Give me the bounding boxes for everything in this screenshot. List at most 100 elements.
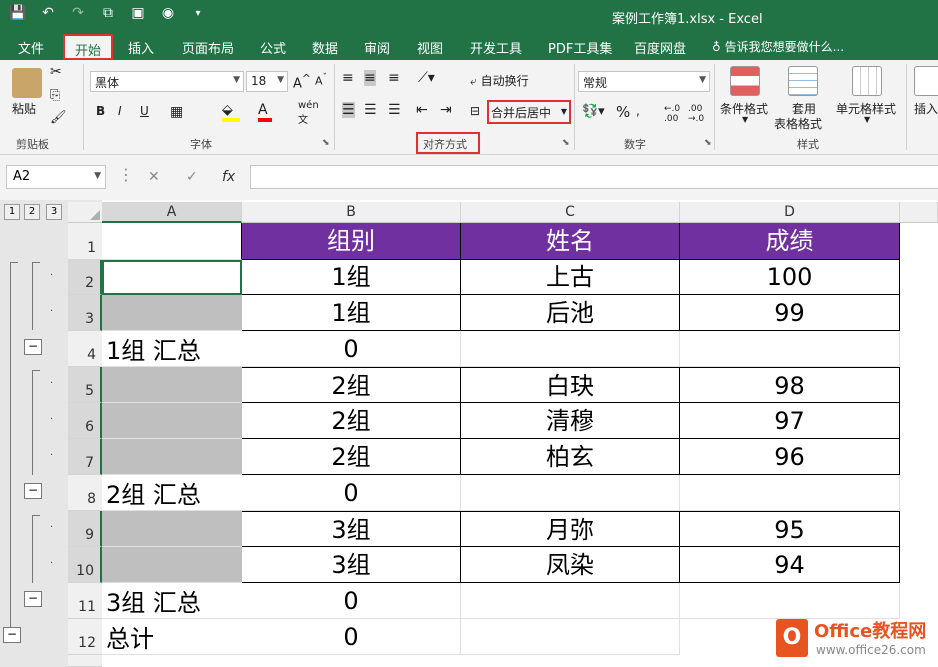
cell-b8[interactable]: 0 [242, 475, 461, 511]
decrease-indent-icon[interactable]: ⇤ [416, 102, 428, 118]
row-header-10[interactable]: 10 [68, 547, 102, 583]
outline-level-1-button[interactable]: 1 [4, 204, 20, 220]
collapse-group-2-button[interactable]: − [24, 483, 42, 499]
cell-a7[interactable] [102, 439, 242, 475]
fill-color-icon[interactable]: ⬙ [222, 102, 240, 122]
row-header-9[interactable]: 9 [68, 511, 102, 547]
top-align-icon[interactable]: ≡ [342, 70, 354, 86]
format-as-table-line2[interactable]: 表格格式 [774, 115, 822, 132]
cell-b2[interactable]: 1组 [242, 260, 461, 295]
align-right-icon[interactable]: ☰ [388, 102, 401, 118]
cell-a1[interactable] [102, 223, 242, 260]
cell-d8[interactable] [680, 475, 900, 511]
cell-a11[interactable]: 3组 汇总 [102, 583, 242, 619]
cell-c6[interactable]: 清穆 [461, 403, 680, 439]
border-icon[interactable]: ▦ [170, 104, 183, 120]
cell-a10[interactable] [102, 547, 242, 583]
bottom-align-icon[interactable]: ≡ [388, 70, 400, 86]
redo-icon[interactable]: ↷ [68, 5, 88, 23]
increase-indent-icon[interactable]: ⇥ [440, 102, 452, 118]
cell-b7[interactable]: 2组 [242, 439, 461, 475]
alignment-dialog-launcher-icon[interactable]: ⬊ [562, 138, 570, 148]
cell-styles-icon[interactable] [852, 66, 882, 96]
cell-c5[interactable]: 白玦 [461, 367, 680, 403]
cell-c3[interactable]: 后池 [461, 295, 680, 331]
bold-button[interactable]: B [96, 104, 105, 118]
align-center-icon[interactable]: ☰ [364, 102, 377, 118]
cell-a8[interactable]: 2组 汇总 [102, 475, 242, 511]
tab-developer[interactable]: 开发工具 [470, 38, 522, 57]
row-header-11[interactable]: 11 [68, 583, 102, 619]
tab-pdf-tools[interactable]: PDF工具集 [548, 38, 612, 57]
cell-d6[interactable]: 97 [680, 403, 900, 439]
cell-a3[interactable] [102, 295, 242, 331]
cell-b12[interactable]: 0 [242, 619, 461, 655]
insert-cells-button[interactable]: 插入 [914, 100, 938, 117]
row-header-13[interactable] [68, 655, 102, 667]
cell-b1-header[interactable]: 组别 [242, 223, 461, 260]
cell-d2[interactable]: 100 [680, 260, 900, 295]
cell-a6[interactable] [102, 403, 242, 439]
formula-input[interactable] [250, 165, 938, 189]
outline-level-3-button[interactable]: 3 [46, 204, 62, 220]
insert-cells-icon[interactable] [914, 66, 938, 96]
cell-c9[interactable]: 月弥 [461, 511, 680, 547]
row-header-5[interactable]: 5 [68, 367, 102, 403]
format-painter-icon[interactable]: 🖌 [50, 110, 67, 125]
wrap-text-button[interactable]: ⤶ 自动换行 [470, 72, 529, 89]
name-box[interactable]: A2 ▼ [6, 165, 106, 189]
cell-d5[interactable]: 98 [680, 367, 900, 403]
percent-button[interactable]: % [616, 103, 630, 121]
italic-button[interactable]: I [118, 104, 122, 118]
row-header-3[interactable]: 3 [68, 295, 102, 331]
collapse-all-button[interactable]: − [3, 627, 21, 643]
tell-me-box[interactable]: ♁ 告诉我您想要做什么... [712, 38, 844, 55]
row-header-2[interactable]: 2 [68, 260, 102, 295]
cell-c4[interactable] [461, 331, 680, 367]
undo-icon[interactable]: ↶ [38, 5, 58, 23]
cell-d10[interactable]: 94 [680, 547, 900, 583]
row-header-8[interactable]: 8 [68, 475, 102, 511]
number-format-combo[interactable]: 常规 ▼ [578, 71, 710, 92]
cell-a9[interactable] [102, 511, 242, 547]
cancel-icon[interactable]: ✕ [148, 169, 160, 185]
cell-d1-header[interactable]: 成绩 [680, 223, 900, 260]
column-header-b[interactable]: B [242, 202, 461, 223]
tab-page-layout[interactable]: 页面布局 [182, 38, 234, 57]
format-as-table-icon[interactable] [788, 66, 818, 96]
conditional-format-icon[interactable] [730, 66, 760, 96]
phonetic-icon[interactable]: wén 文 [298, 100, 319, 126]
accounting-format-icon[interactable]: 💱▾ [582, 104, 605, 119]
tab-baidu-netdisk[interactable]: 百度网盘 [634, 38, 686, 57]
row-header-4[interactable]: 4 [68, 331, 102, 367]
underline-button[interactable]: U [140, 104, 149, 118]
cell-b10[interactable]: 3组 [242, 547, 461, 583]
cell-b11[interactable]: 0 [242, 583, 461, 619]
font-color-icon[interactable]: A [258, 102, 272, 122]
insert-function-button[interactable]: fx [222, 169, 235, 185]
cell-c1-header[interactable]: 姓名 [461, 223, 680, 260]
tab-review[interactable]: 审阅 [364, 38, 390, 57]
tab-view[interactable]: 视图 [417, 38, 443, 57]
row-header-6[interactable]: 6 [68, 403, 102, 439]
customize-qat-icon[interactable]: ▾ [188, 5, 208, 23]
decrease-decimal-icon[interactable]: .00 →.0 [688, 104, 704, 124]
cell-d9[interactable]: 95 [680, 511, 900, 547]
collapse-group-1-button[interactable]: − [24, 339, 42, 355]
cell-b9[interactable]: 3组 [242, 511, 461, 547]
align-left-icon[interactable]: ☰ [342, 102, 355, 118]
cell-c12[interactable] [461, 619, 680, 655]
column-header-d[interactable]: D [680, 202, 900, 223]
tab-home[interactable]: 开始 [63, 34, 114, 60]
cell-d11[interactable] [680, 583, 900, 619]
row-header-12[interactable]: 12 [68, 619, 102, 655]
picture-icon[interactable]: ▣ [128, 5, 148, 23]
cell-d3[interactable]: 99 [680, 295, 900, 331]
tab-formulas[interactable]: 公式 [260, 38, 286, 57]
outline-level-2-button[interactable]: 2 [24, 204, 40, 220]
cell-d4[interactable] [680, 331, 900, 367]
cell-b4[interactable]: 0 [242, 331, 461, 367]
column-header-e[interactable] [900, 202, 938, 223]
cell-c11[interactable] [461, 583, 680, 619]
select-all-corner[interactable] [68, 202, 102, 223]
